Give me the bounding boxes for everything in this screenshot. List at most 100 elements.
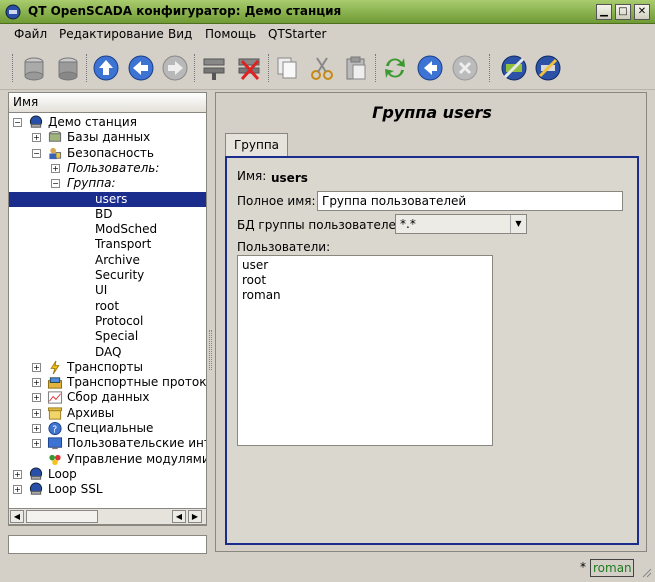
db-select-value: *.*: [400, 217, 416, 231]
chevron-down-icon[interactable]: ▼: [510, 215, 526, 233]
users-list[interactable]: user root roman: [237, 255, 493, 446]
name-label: Имя:: [237, 169, 267, 183]
add-item-icon[interactable]: [199, 53, 229, 83]
menu-view[interactable]: Вид: [168, 27, 192, 41]
scroll-left-icon[interactable]: ◀: [172, 510, 186, 523]
tree-item[interactable]: Special: [9, 329, 206, 344]
menu-edit[interactable]: Редактирование: [59, 27, 164, 41]
tree-item[interactable]: root: [9, 299, 206, 314]
toolbar: [0, 46, 655, 90]
db-save-icon[interactable]: [53, 53, 83, 83]
tree-filter-input[interactable]: [8, 535, 207, 554]
stop-icon[interactable]: [450, 53, 480, 83]
tree-item[interactable]: + Базы данных: [9, 130, 206, 145]
tab-group[interactable]: Группа: [225, 133, 288, 157]
expand-icon[interactable]: +: [32, 409, 41, 418]
list-item[interactable]: roman: [242, 288, 281, 302]
tree-item[interactable]: + Транспорты: [9, 360, 206, 375]
db-label: БД группы пользователей:: [237, 218, 408, 232]
db-select[interactable]: *.* ▼: [395, 214, 527, 234]
tree-item-label: Безопасность: [67, 146, 154, 160]
toolbar-separator: [194, 54, 196, 82]
tree-item[interactable]: + Транспортные протоко: [9, 375, 206, 390]
maximize-button[interactable]: □: [615, 4, 631, 20]
list-item[interactable]: root: [242, 273, 266, 287]
tree-item[interactable]: + Сбор данных: [9, 390, 206, 405]
tree-item[interactable]: + Пользовательские инт: [9, 436, 206, 451]
tree-item[interactable]: Управление модулями: [9, 452, 206, 467]
scroll-right-icon[interactable]: ▶: [188, 510, 202, 523]
forward-icon[interactable]: [160, 53, 190, 83]
menu-qtstarter[interactable]: QTStarter: [268, 27, 326, 41]
tree-item[interactable]: Transport: [9, 237, 206, 252]
tree-item[interactable]: + Пользователь:: [9, 161, 206, 176]
tree-item[interactable]: DAQ: [9, 345, 206, 360]
tree-item-label: DAQ: [95, 345, 122, 359]
close-button[interactable]: ✕: [634, 4, 650, 20]
start-icon[interactable]: [415, 53, 445, 83]
fullname-field[interactable]: Группа пользователей: [317, 191, 623, 211]
tree-item-label: Сбор данных: [67, 390, 150, 404]
expand-icon[interactable]: +: [32, 393, 41, 402]
tree-item[interactable]: − Безопасность: [9, 146, 206, 161]
tree-item[interactable]: users: [9, 192, 206, 207]
scroll-thumb[interactable]: [26, 510, 98, 523]
settings-icon[interactable]: [533, 53, 563, 83]
tree-item[interactable]: ModSched: [9, 222, 206, 237]
expand-icon[interactable]: +: [13, 470, 22, 479]
daq-icon: [47, 391, 63, 404]
list-item[interactable]: user: [242, 258, 268, 272]
tree-item[interactable]: Archive: [9, 253, 206, 268]
expand-icon[interactable]: +: [51, 164, 60, 173]
menu-help[interactable]: Помощь: [205, 27, 256, 41]
transport-icon: [50, 360, 60, 375]
tree-item[interactable]: Security: [9, 268, 206, 283]
up-icon[interactable]: [91, 53, 121, 83]
collapse-icon[interactable]: −: [51, 179, 60, 188]
tree-header-name[interactable]: Имя: [8, 92, 207, 113]
collapse-icon[interactable]: −: [32, 149, 41, 158]
resize-grip-icon[interactable]: [640, 566, 652, 578]
window-title: QT OpenSCADA конфигуратор: Демо станция: [28, 4, 342, 18]
tree-item-label: Archive: [95, 253, 140, 267]
expand-icon[interactable]: +: [32, 378, 41, 387]
collapse-icon[interactable]: −: [13, 118, 22, 127]
navigation-tree[interactable]: − Демо станция + Базы данных − Безопасность + П…: [8, 113, 207, 526]
menu-file[interactable]: Файл: [14, 27, 47, 41]
status-user[interactable]: roman: [590, 559, 634, 577]
tree-item-label: Демо станция: [48, 115, 137, 129]
fullname-label: Полное имя:: [237, 194, 316, 208]
copy-icon[interactable]: [272, 53, 302, 83]
tree-item-label: Базы данных: [67, 130, 151, 144]
connect-icon[interactable]: [499, 53, 529, 83]
toolbar-separator: [375, 54, 377, 82]
tree-item[interactable]: + Loop SSL: [9, 482, 206, 497]
tree-item[interactable]: +? Специальные: [9, 421, 206, 436]
tree-item-label: Loop: [48, 467, 77, 481]
paste-icon[interactable]: [341, 53, 371, 83]
tree-item-label: Security: [95, 268, 145, 282]
tree-item-label: Transport: [95, 237, 152, 251]
scroll-left-icon[interactable]: ◀: [10, 510, 24, 523]
modified-indicator: *: [580, 560, 586, 574]
expand-icon[interactable]: +: [32, 439, 41, 448]
tree-item[interactable]: − Группа:: [9, 176, 206, 191]
cut-icon[interactable]: [307, 53, 337, 83]
expand-icon[interactable]: +: [32, 363, 41, 372]
refresh-icon[interactable]: [380, 53, 410, 83]
expand-icon[interactable]: +: [32, 424, 41, 433]
tree-item[interactable]: + Архивы: [9, 406, 206, 421]
tree-item[interactable]: + Loop: [9, 467, 206, 482]
minimize-button[interactable]: ▁: [596, 4, 612, 20]
tree-item[interactable]: − Демо станция: [9, 115, 206, 130]
expand-icon[interactable]: +: [32, 133, 41, 142]
delete-item-icon[interactable]: [234, 53, 264, 83]
back-icon[interactable]: [126, 53, 156, 83]
tree-horizontal-scrollbar[interactable]: ◀ ◀ ▶: [8, 508, 207, 525]
expand-icon[interactable]: +: [13, 485, 22, 494]
tree-item[interactable]: UI: [9, 283, 206, 298]
db-load-icon[interactable]: [19, 53, 49, 83]
panel-splitter[interactable]: [209, 330, 212, 370]
tree-item[interactable]: BD: [9, 207, 206, 222]
tree-item[interactable]: Protocol: [9, 314, 206, 329]
